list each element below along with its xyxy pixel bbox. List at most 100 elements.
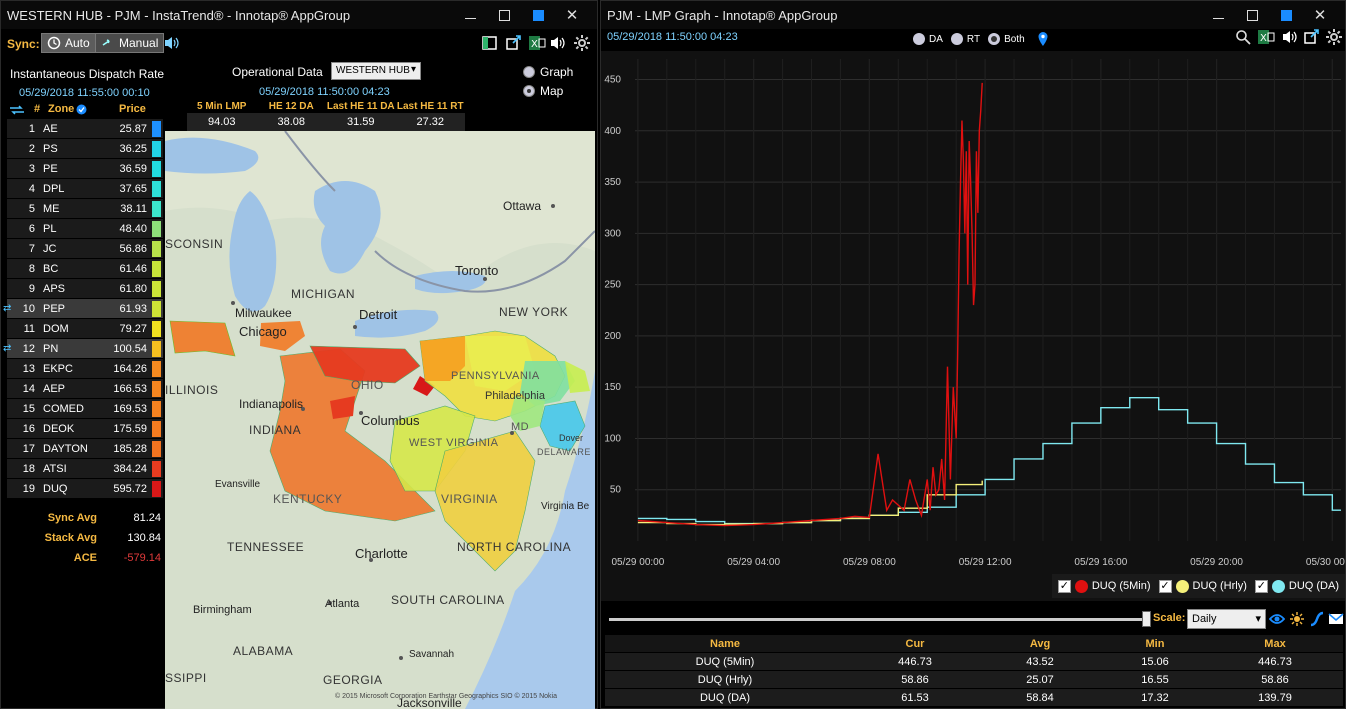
zone-row[interactable]: 3 PE 36.59	[7, 159, 163, 179]
excel-icon[interactable]: X	[528, 35, 546, 51]
lmp-chart-area[interactable]: 50 100 150 200 250 300 350 400 450 05/29 00:00 05/…	[601, 51, 1346, 601]
stats-row[interactable]: DUQ (5Min) 446.73 43.52 15.06 446.73	[605, 653, 1343, 671]
zone-price: 185.28	[113, 442, 147, 455]
radio-rt-icon[interactable]	[950, 33, 963, 45]
svg-text:X: X	[1260, 33, 1267, 44]
map-label-columbus: Columbus	[361, 413, 420, 428]
mail-icon[interactable]	[1328, 611, 1344, 627]
zone-row[interactable]: 6 PL 48.40	[7, 219, 163, 239]
zone-color-swatch	[152, 381, 161, 397]
excel-icon[interactable]: X	[1257, 29, 1275, 45]
zone-row[interactable]: 9 APS 61.80	[7, 279, 163, 299]
eye-icon[interactable]	[1269, 610, 1285, 628]
map-radio[interactable]: Map	[523, 84, 563, 98]
graph-radio-label: Graph	[540, 65, 574, 79]
search-icon[interactable]	[1235, 29, 1251, 45]
stats-header-avg[interactable]: Avg	[985, 635, 1095, 652]
pinned-arrows-icon[interactable]: ⇄	[3, 303, 11, 314]
maximize-button[interactable]	[487, 5, 521, 25]
stats-cell-max: 446.73	[1258, 656, 1292, 668]
zone-color-swatch	[152, 321, 161, 337]
time-slider-track[interactable]	[609, 618, 1149, 621]
stats-header-max[interactable]: Max	[1215, 635, 1335, 652]
graph-radio[interactable]: Graph	[523, 65, 573, 79]
gear-icon[interactable]	[573, 34, 591, 52]
radio-both-icon[interactable]	[988, 33, 1001, 45]
zone-number: 6	[28, 222, 35, 235]
zone-row[interactable]: 8 BC 61.46	[7, 259, 163, 279]
zone-row[interactable]: 5 ME 38.11	[7, 199, 163, 219]
export-panel-icon[interactable]	[481, 35, 499, 51]
close-button[interactable]: ✕	[1303, 5, 1337, 25]
zone-row[interactable]: 19 DUQ 595.72	[7, 479, 163, 499]
hub-select[interactable]: WESTERN HUB ▾	[331, 62, 421, 80]
stats-cell-min: 16.55	[1141, 674, 1169, 686]
zone-row[interactable]: 13 EKPC 164.26	[7, 359, 163, 379]
zone-row[interactable]: 16 DEOK 175.59	[7, 419, 163, 439]
restore-button[interactable]	[1269, 5, 1303, 25]
sort-arrows-icon[interactable]	[9, 105, 25, 115]
checkbox-checked-icon[interactable]: ✓	[1158, 579, 1172, 593]
legend-item[interactable]: ✓ DUQ (Hrly)	[1158, 579, 1247, 593]
zone-number: 3	[28, 162, 35, 175]
checkbox-checked-icon[interactable]: ✓	[1254, 579, 1268, 593]
lmp-chart: 50 100 150 200 250 300 350 400 450 05/29 00:00 05/…	[601, 51, 1346, 601]
zone-row[interactable]: 15 COMED 169.53	[7, 399, 163, 419]
stats-cell-min: 15.06	[1141, 656, 1169, 668]
zone-row[interactable]: ⇄ 12 PN 100.54	[3, 339, 163, 359]
sun-icon[interactable]	[1289, 610, 1305, 628]
zone-price: 61.80	[119, 282, 147, 295]
checkbox-checked-icon[interactable]: ✓	[1057, 579, 1071, 593]
pjm-zone-map[interactable]: Ottawa Toronto MICHIGAN SCONSIN Milwaukee Chi…	[165, 131, 595, 709]
col-price-header[interactable]: Price	[119, 103, 146, 115]
sync-manual-button[interactable]: Manual	[95, 33, 165, 53]
speaker-icon[interactable]	[163, 35, 181, 51]
zone-row[interactable]: 18 ATSI 384.24	[7, 459, 163, 479]
curve-icon[interactable]	[1309, 610, 1325, 628]
zone-name: ME	[43, 202, 60, 215]
restore-button[interactable]	[521, 5, 555, 25]
stats-row[interactable]: DUQ (Hrly) 58.86 25.07 16.55 58.86	[605, 671, 1343, 689]
popout-icon[interactable]	[1303, 29, 1321, 45]
map-label-georgia: GEORGIA	[323, 673, 383, 687]
y-tick-label: 300	[604, 228, 621, 239]
location-pin-icon[interactable]	[1037, 31, 1049, 47]
map-label-chicago: Chicago	[239, 324, 287, 339]
time-slider-thumb[interactable]	[1142, 611, 1151, 627]
stats-header-min[interactable]: Min	[1095, 635, 1215, 652]
zone-row[interactable]: 7 JC 56.86	[7, 239, 163, 259]
scale-select[interactable]: Daily ▾	[1187, 609, 1266, 629]
zone-row[interactable]: 17 DAYTON 185.28	[7, 439, 163, 459]
summary-row: Stack Avg 130.84	[31, 532, 161, 544]
minimize-button[interactable]	[453, 5, 487, 25]
map-label-atlanta: Atlanta	[325, 598, 360, 610]
stats-header-name[interactable]: Name	[605, 635, 845, 652]
sync-auto-button[interactable]: Auto	[41, 33, 96, 53]
zone-name: PEP	[43, 302, 66, 315]
maximize-button[interactable]	[1235, 5, 1269, 25]
legend-item[interactable]: ✓ DUQ (5Min)	[1057, 579, 1151, 593]
zone-color-swatch	[152, 461, 161, 477]
minimize-button[interactable]	[1201, 5, 1235, 25]
gear-icon[interactable]	[1325, 28, 1343, 46]
stats-row[interactable]: DUQ (DA) 61.53 58.84 17.32 139.79	[605, 689, 1343, 707]
radio-da-icon[interactable]	[913, 33, 925, 45]
speaker-icon[interactable]	[1281, 29, 1299, 45]
zone-row[interactable]: 14 AEP 166.53	[7, 379, 163, 399]
speaker-toggle-icon[interactable]	[549, 35, 567, 51]
zone-row[interactable]: 1 AE 25.87	[7, 119, 163, 139]
legend-item[interactable]: ✓ DUQ (DA)	[1254, 579, 1339, 593]
zone-row[interactable]: 4 DPL 37.65	[7, 179, 163, 199]
popout-icon[interactable]	[505, 35, 523, 51]
map-label-md: MD	[511, 421, 530, 433]
close-button[interactable]: ✕	[555, 5, 589, 25]
zone-price: 48.40	[119, 222, 147, 235]
restore-icon	[532, 9, 544, 21]
col-zone-header[interactable]: Zone	[48, 103, 74, 115]
zone-row[interactable]: 11 DOM 79.27	[7, 319, 163, 339]
op-value: 27.32	[416, 116, 445, 128]
zone-row[interactable]: ⇄ 10 PEP 61.93	[3, 299, 163, 319]
stats-header-cur[interactable]: Cur	[845, 635, 985, 652]
zone-row[interactable]: 2 PS 36.25	[7, 139, 163, 159]
pinned-arrows-icon[interactable]: ⇄	[3, 343, 11, 354]
